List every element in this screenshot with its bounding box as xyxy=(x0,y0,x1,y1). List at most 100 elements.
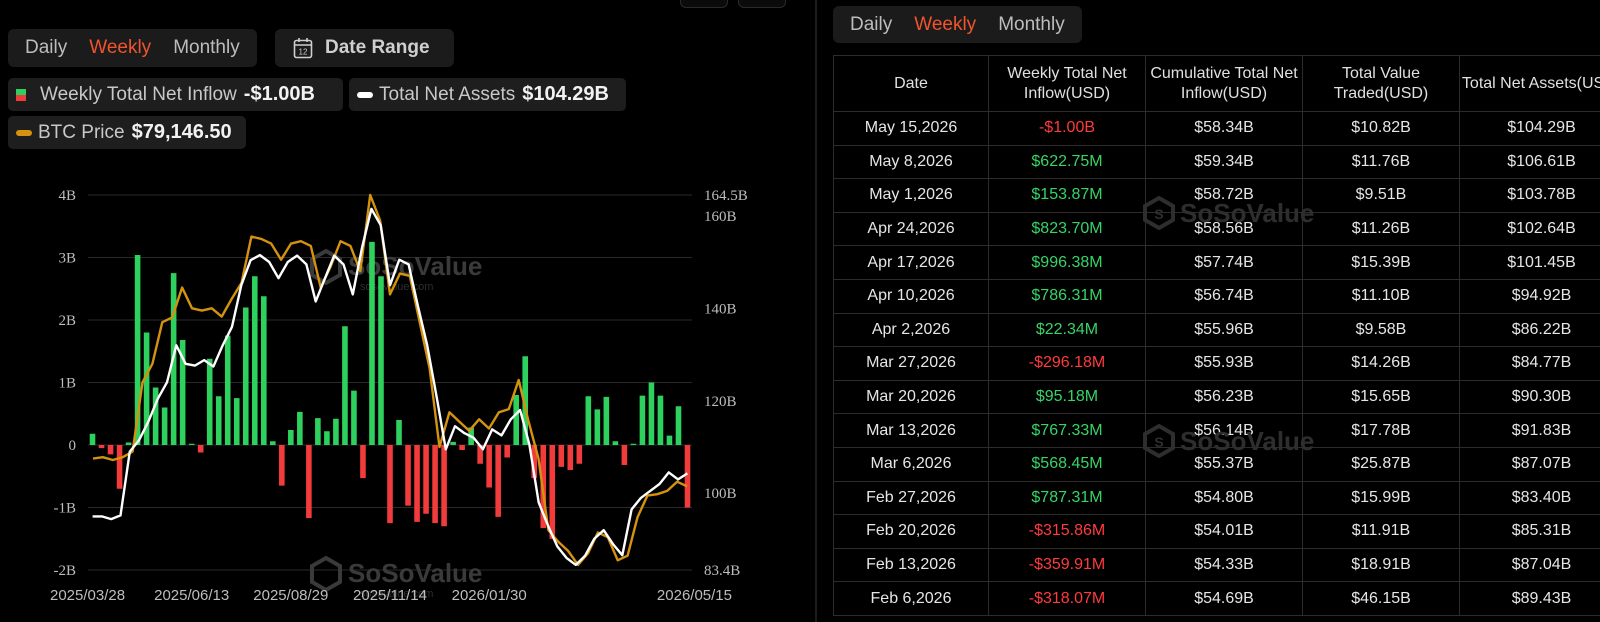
cell-date: May 1,2026 xyxy=(833,178,989,213)
cell-date: May 15,2026 xyxy=(833,111,989,146)
table-row[interactable]: May 1,2026 $153.87M $58.72B $9.51B $103.78B xyxy=(833,178,1600,213)
cell-value-traded: $15.65B xyxy=(1302,379,1460,415)
watermark-text: SoSoValue xyxy=(348,251,482,281)
inflow-bar xyxy=(414,445,420,522)
legend-inflow[interactable]: Weekly Total Net Inflow -$1.00B xyxy=(8,78,343,111)
legend-assets[interactable]: Total Net Assets $104.29B xyxy=(349,78,626,111)
inflow-bar xyxy=(630,443,637,445)
column-header-cumulative-inflow[interactable]: Cumulative Total Net Inflow(USD) xyxy=(1145,55,1303,112)
inflow-bar xyxy=(621,445,628,465)
table-row[interactable]: Feb 27,2026 $787.31M $54.80B $15.99B $83.40B xyxy=(833,480,1600,516)
cell-value-traded: $10.82B xyxy=(1302,111,1460,146)
table-row[interactable]: Feb 20,2026 -$315.86M $54.01B $11.91B $85.31… xyxy=(833,514,1600,549)
inflow-bar xyxy=(558,445,565,467)
table-row[interactable]: May 8,2026 $622.75M $59.34B $11.76B $106.61B xyxy=(833,144,1600,180)
calendar-icon: 12 xyxy=(293,38,313,59)
legend-assets-value: $104.29B xyxy=(522,83,609,105)
cell-net-assets: $83.40B xyxy=(1459,480,1600,516)
inflow-bar xyxy=(603,396,610,445)
left-axis-tick-label: 3B xyxy=(58,251,76,267)
tab-monthly[interactable]: Monthly xyxy=(162,29,251,67)
cell-date: Mar 20,2026 xyxy=(833,379,989,415)
table-row[interactable]: Apr 17,2026 $996.38M $57.74B $15.39B $101.45… xyxy=(833,245,1600,280)
table-row[interactable]: Mar 27,2026 -$296.18M $55.93B $14.26B $84.77… xyxy=(833,346,1600,381)
cell-weekly-inflow: $622.75M xyxy=(988,144,1146,180)
cell-weekly-inflow: $996.38M xyxy=(988,245,1146,280)
cell-weekly-inflow: $22.34M xyxy=(988,312,1146,348)
inflow-bar xyxy=(513,395,520,445)
column-header-net-assets[interactable]: Total Net Assets(USD) xyxy=(1459,55,1600,112)
table-row[interactable]: Apr 2,2026 $22.34M $55.96B $9.58B $86.22B xyxy=(833,312,1600,348)
right-axis-tick-label: 164.5B xyxy=(704,188,748,204)
sosovalue-logo-icon xyxy=(310,555,342,593)
cell-date: Mar 13,2026 xyxy=(833,413,989,448)
left-axis-tick-label: -1B xyxy=(54,501,77,517)
date-range-button[interactable]: 12 Date Range xyxy=(275,29,454,67)
inflow-bar xyxy=(450,441,456,445)
tab-monthly[interactable]: Monthly xyxy=(987,6,1076,44)
column-header-value-traded[interactable]: Total Value Traded(USD) xyxy=(1302,55,1460,112)
table-row[interactable]: Mar 13,2026 $767.33M $56.14B $17.78B $91.83B xyxy=(833,413,1600,448)
toolbar-button-partial[interactable] xyxy=(680,0,728,8)
cell-net-assets: $89.43B xyxy=(1459,581,1600,616)
right-axis-tick-label: 120B xyxy=(704,394,737,410)
legend-btc[interactable]: BTC Price $79,146.50 xyxy=(8,116,246,149)
inflow-bar xyxy=(260,296,267,445)
tab-daily[interactable]: Daily xyxy=(839,6,903,44)
left-axis-tick-label: 1B xyxy=(58,376,76,392)
legend-inflow-label: Weekly Total Net Inflow xyxy=(40,83,237,105)
inflow-bar xyxy=(324,431,330,445)
cell-value-traded: $18.91B xyxy=(1302,547,1460,583)
inflow-bar xyxy=(351,390,357,445)
cell-value-traded: $9.51B xyxy=(1302,178,1460,213)
cell-date: Apr 24,2026 xyxy=(833,211,989,247)
cell-value-traded: $46.15B xyxy=(1302,581,1460,616)
inflow-bar xyxy=(432,445,438,524)
inflow-table: Date Weekly Total Net Inflow(USD) Cumula… xyxy=(833,55,1600,616)
inflow-bar xyxy=(666,435,673,445)
inflow-bar xyxy=(89,433,96,445)
cell-cumulative-inflow: $55.37B xyxy=(1145,446,1303,482)
date-range-label: Date Range xyxy=(325,37,430,58)
inflow-bar xyxy=(675,406,682,445)
x-axis-tick-label: 2025/11/14 xyxy=(353,587,427,604)
cell-cumulative-inflow: $56.14B xyxy=(1145,413,1303,448)
inflow-bar xyxy=(585,396,592,445)
cell-value-traded: $11.76B xyxy=(1302,144,1460,180)
toolbar-button-partial[interactable] xyxy=(738,0,786,8)
cell-cumulative-inflow: $56.74B xyxy=(1145,278,1303,314)
inflow-bar xyxy=(333,418,339,445)
table-row[interactable]: Mar 6,2026 $568.45M $55.37B $25.87B $87.07B xyxy=(833,446,1600,482)
table-row[interactable]: Feb 13,2026 -$359.91M $54.33B $18.91B $87.04… xyxy=(833,547,1600,583)
cell-cumulative-inflow: $55.93B xyxy=(1145,346,1303,381)
right-axis-tick-label: 100B xyxy=(704,486,737,502)
column-header-weekly-inflow[interactable]: Weekly Total Net Inflow(USD) xyxy=(988,55,1146,112)
cell-weekly-inflow: $786.31M xyxy=(988,278,1146,314)
inflow-bar xyxy=(297,411,303,445)
table-row[interactable]: Mar 20,2026 $95.18M $56.23B $15.65B $90.30B xyxy=(833,379,1600,415)
cell-net-assets: $104.29B xyxy=(1459,111,1600,146)
cell-value-traded: $9.58B xyxy=(1302,312,1460,348)
inflow-bar xyxy=(107,445,114,455)
cell-value-traded: $15.99B xyxy=(1302,480,1460,516)
tab-weekly[interactable]: Weekly xyxy=(903,6,987,44)
column-header-date[interactable]: Date xyxy=(833,55,989,112)
inflow-bar xyxy=(197,445,204,453)
cell-net-assets: $85.31B xyxy=(1459,514,1600,549)
tab-daily[interactable]: Daily xyxy=(14,29,78,67)
left-axis-tick-label: 0 xyxy=(69,438,77,454)
table-row[interactable]: May 15,2026 -$1.00B $58.34B $10.82B $104.29B xyxy=(833,111,1600,146)
cell-value-traded: $17.78B xyxy=(1302,413,1460,448)
left-axis-tick-label: 4B xyxy=(58,188,76,204)
table-row[interactable]: Apr 10,2026 $786.31M $56.74B $11.10B $94.92B xyxy=(833,278,1600,314)
tab-weekly[interactable]: Weekly xyxy=(78,29,162,67)
table-row[interactable]: Feb 6,2026 -$318.07M $54.69B $46.15B $89.43B xyxy=(833,581,1600,616)
inflow-bar xyxy=(495,445,501,517)
inflow-bar xyxy=(369,241,375,445)
right-axis-tick-label: 83.4B xyxy=(704,563,740,579)
inflow-bar xyxy=(206,358,213,445)
cell-net-assets: $84.77B xyxy=(1459,346,1600,381)
left-axis-tick-label: -2B xyxy=(54,563,77,579)
table-row[interactable]: Apr 24,2026 $823.70M $58.56B $11.26B $102.64… xyxy=(833,211,1600,247)
cell-value-traded: $25.87B xyxy=(1302,446,1460,482)
